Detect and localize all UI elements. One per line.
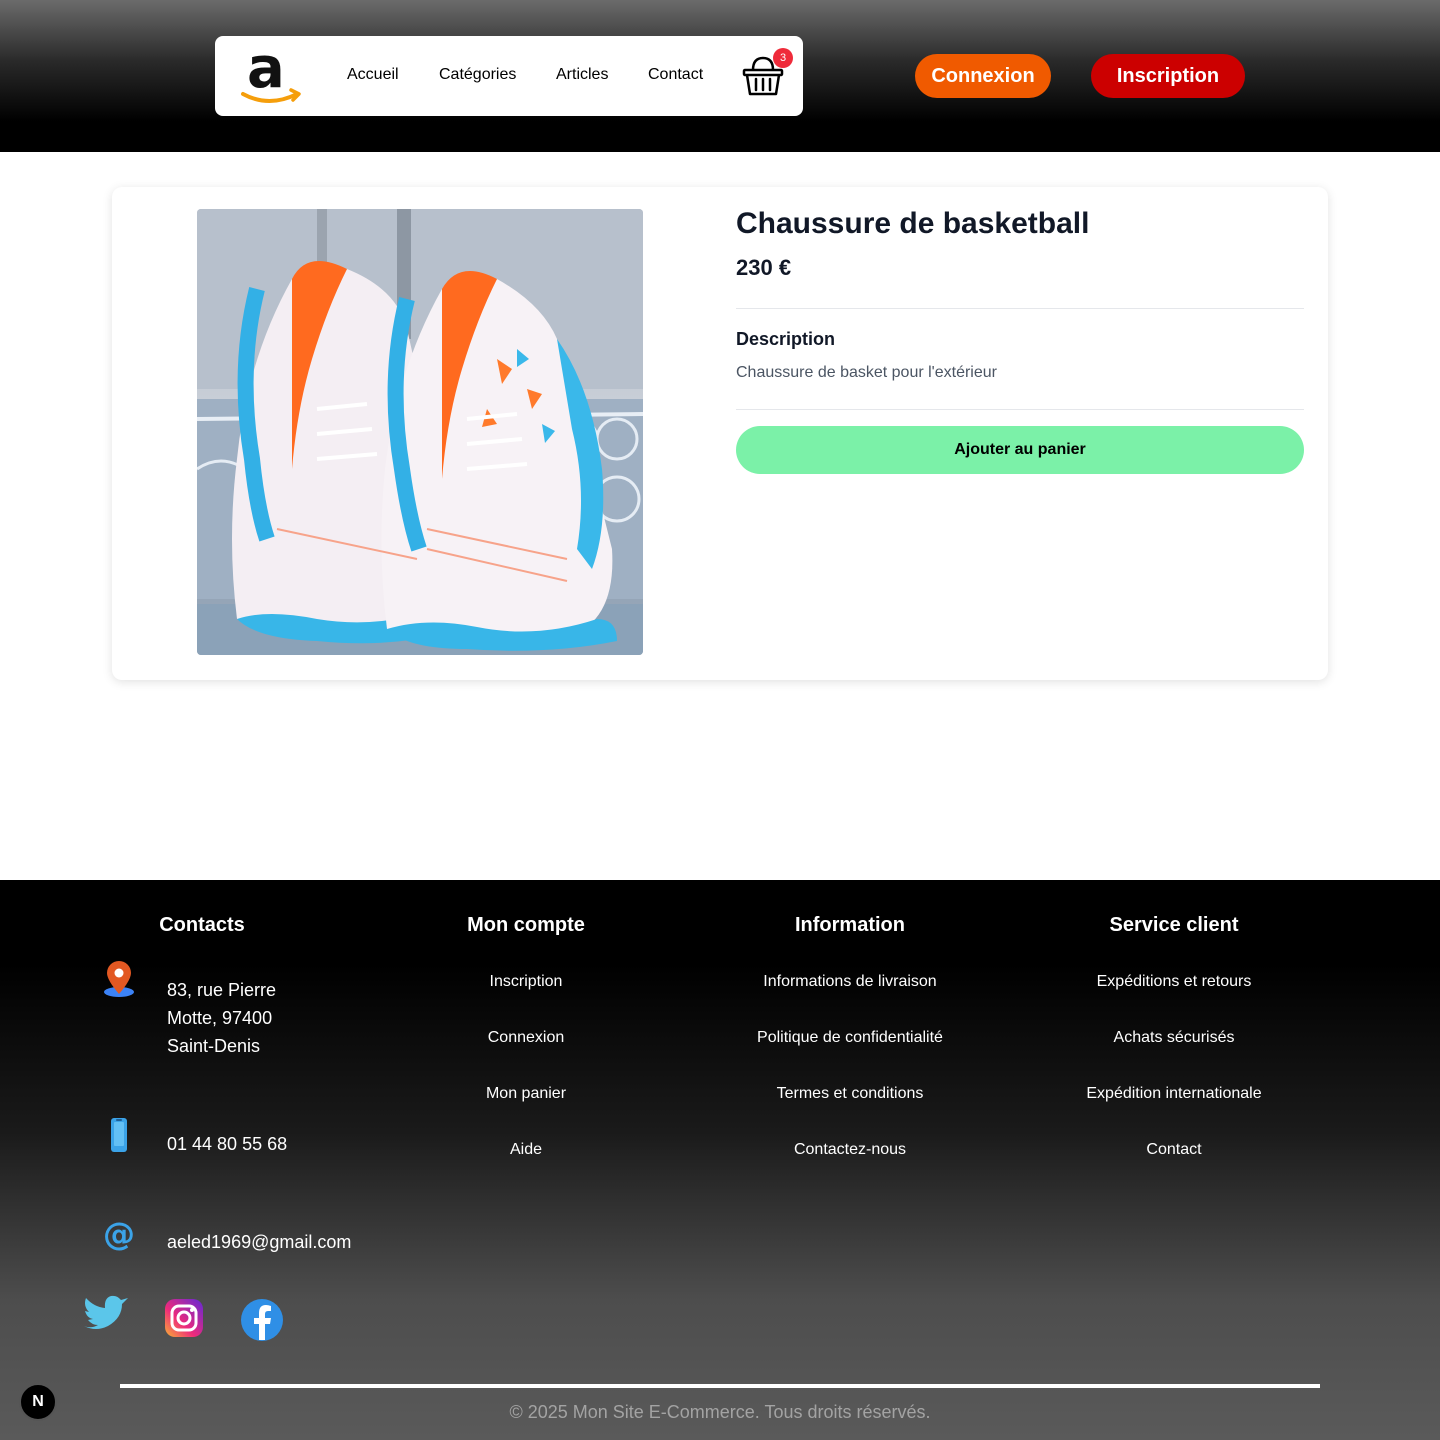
service-link-international[interactable]: Expédition internationale [1024, 1085, 1324, 1103]
nav-accueil[interactable]: Accueil [347, 66, 399, 84]
description-heading: Description [736, 329, 836, 349]
email-address[interactable]: aeled1969@gmail.com [167, 1228, 351, 1256]
logo-smile-icon [241, 88, 301, 103]
product-price: 230 € [736, 255, 792, 280]
divider [736, 409, 1304, 410]
cart-button[interactable]: 3 [741, 48, 793, 98]
cart-count-badge: 3 [773, 48, 793, 68]
account-heading: Mon compte [467, 914, 585, 936]
address: 83, rue Pierre Motte, 97400 Saint-Denis [167, 976, 276, 1060]
info-link-contact-us[interactable]: Contactez-nous [700, 1141, 1000, 1159]
copyright: © 2025 Mon Site E-Commerce. Tous droits … [509, 1402, 931, 1422]
phone-icon [101, 1116, 137, 1156]
email-icon: @ [101, 1213, 137, 1253]
divider [736, 308, 1304, 309]
nav-bar: a Accueil Catégories Articles Contact 3 [215, 36, 803, 116]
address-line: Saint-Denis [167, 1036, 261, 1056]
product-title: Chaussure de basketball [736, 207, 1090, 240]
account-link-cart[interactable]: Mon panier [376, 1085, 676, 1103]
product-card: Chaussure de basketball 230 € Descriptio… [112, 187, 1328, 680]
site-footer: Contacts 83, rue Pierre Motte, 97400 Sai… [0, 880, 1440, 1440]
facebook-icon[interactable] [238, 1296, 288, 1346]
address-line: Motte, 97400 [167, 1008, 273, 1028]
account-link-login[interactable]: Connexion [376, 1029, 676, 1047]
service-heading: Service client [1109, 914, 1239, 936]
info-link-privacy[interactable]: Politique de confidentialité [700, 1029, 1000, 1047]
svg-text:@: @ [103, 1215, 135, 1253]
footer-divider [120, 1384, 1320, 1388]
phone-number[interactable]: 01 44 80 55 68 [167, 1130, 287, 1158]
address-line: 83, rue Pierre [167, 980, 277, 1000]
product-image [197, 209, 643, 655]
contacts-heading: Contacts [159, 914, 245, 936]
nav-categories[interactable]: Catégories [439, 66, 516, 84]
login-button[interactable]: Connexion [915, 54, 1051, 98]
instagram-icon[interactable] [160, 1294, 210, 1344]
service-link-contact[interactable]: Contact [1024, 1141, 1324, 1159]
site-header: a Accueil Catégories Articles Contact 3 … [0, 0, 1440, 152]
account-link-signup[interactable]: Inscription [376, 973, 676, 991]
sneaker-illustration [197, 209, 643, 655]
info-link-delivery[interactable]: Informations de livraison [700, 973, 1000, 991]
info-link-terms[interactable]: Termes et conditions [700, 1085, 1000, 1103]
nav-articles[interactable]: Articles [556, 66, 608, 84]
amazon-logo[interactable]: a [239, 36, 303, 110]
information-heading: Information [795, 914, 905, 936]
service-link-returns[interactable]: Expéditions et retours [1024, 973, 1324, 991]
service-link-secure[interactable]: Achats sécurisés [1024, 1029, 1324, 1047]
account-link-help[interactable]: Aide [376, 1141, 676, 1159]
nav-contact[interactable]: Contact [648, 66, 703, 84]
dev-tools-badge[interactable]: N [19, 1383, 57, 1421]
location-pin-icon [101, 960, 137, 1000]
signup-button[interactable]: Inscription [1091, 54, 1245, 98]
add-to-cart-button[interactable]: Ajouter au panier [736, 426, 1304, 474]
description-text: Chaussure de basket pour l'extérieur [736, 364, 997, 381]
twitter-icon[interactable] [80, 1292, 130, 1342]
